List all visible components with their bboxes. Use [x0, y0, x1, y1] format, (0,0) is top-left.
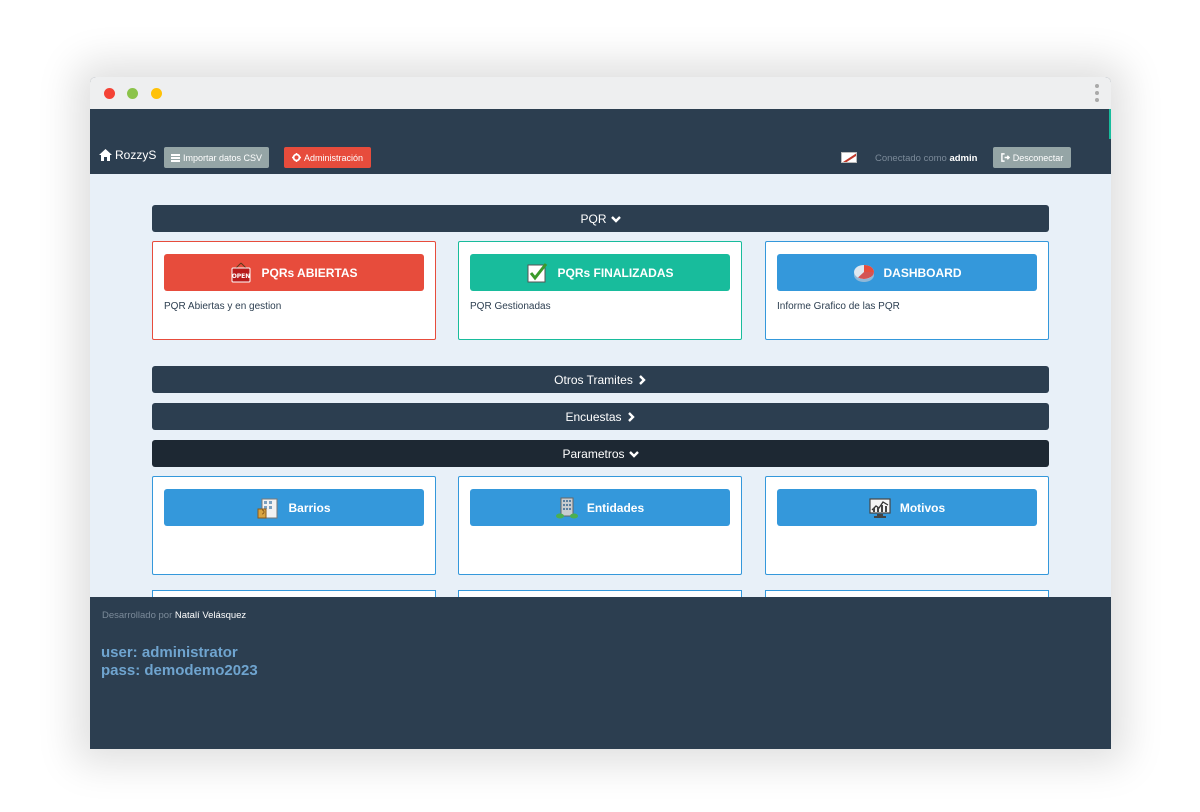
section-toggle-otros-tramites[interactable]: Otros Tramites [152, 366, 1049, 393]
minimize-window-button[interactable] [151, 88, 162, 99]
office-tower-icon [555, 497, 578, 518]
building-icon [257, 498, 278, 518]
kebab-menu-icon[interactable] [1095, 84, 1099, 102]
card-stub [765, 590, 1049, 597]
connected-user: admin [949, 153, 978, 164]
brand-link[interactable]: RozzyS [99, 148, 156, 162]
motivos-button[interactable]: Motivos [777, 489, 1037, 526]
flag-icon[interactable] [841, 152, 857, 163]
card-stub [152, 590, 436, 597]
admin-button[interactable]: Administración [284, 147, 371, 168]
card-barrios: Barrios [152, 476, 436, 575]
import-csv-button[interactable]: Importar datos CSV [164, 147, 269, 168]
card-pqr-finalizadas: PQRs FINALIZADAS PQR Gestionadas [458, 241, 742, 340]
demo-user: user: administrator [101, 644, 238, 661]
svg-text:OPEN: OPEN [232, 273, 251, 280]
card-motivos: Motivos [765, 476, 1049, 575]
chart-monitor-icon [869, 497, 891, 518]
chevron-right-icon [638, 374, 646, 385]
chevron-right-icon [627, 411, 635, 422]
chevron-down-icon [628, 450, 639, 458]
navbar: RozzyS Importar datos CSV Administración… [90, 109, 1111, 174]
list-icon [170, 153, 180, 162]
connected-status: Conectado como admin [875, 153, 978, 164]
footer: Desarrollado por Natalí Velásquez user: … [90, 597, 1111, 749]
open-sign-icon: OPEN [231, 262, 251, 282]
card-stub [458, 590, 742, 597]
main-content: PQR OPEN PQRs ABIERTAS PQR Abiertas y en… [90, 174, 1111, 597]
footer-credit: Desarrollado por Natalí Velásquez [102, 610, 247, 621]
pie-chart-icon [853, 264, 874, 282]
window-titlebar [90, 77, 1111, 109]
barrios-button[interactable]: Barrios [164, 489, 424, 526]
checkbox-icon [527, 262, 548, 282]
card-dashboard: DASHBOARD Informe Grafico de las PQR [765, 241, 1049, 340]
gear-icon [291, 153, 301, 162]
demo-pass: pass: demodemo2023 [101, 662, 258, 679]
logout-button[interactable]: Desconectar [993, 147, 1071, 168]
chevron-down-icon [610, 215, 621, 223]
close-window-button[interactable] [104, 88, 115, 99]
pqr-finalizadas-button[interactable]: PQRs FINALIZADAS [470, 254, 730, 291]
brand-name: RozzyS [115, 148, 157, 162]
developer-name: Natalí Velásquez [174, 610, 247, 621]
pqr-abiertas-button[interactable]: OPEN PQRs ABIERTAS [164, 254, 424, 291]
section-toggle-pqr[interactable]: PQR [152, 205, 1049, 232]
section-toggle-encuestas[interactable]: Encuestas [152, 403, 1049, 430]
home-icon [99, 149, 112, 161]
browser-window: RozzyS Importar datos CSV Administración… [90, 77, 1111, 749]
dashboard-button[interactable]: DASHBOARD [777, 254, 1037, 291]
maximize-window-button[interactable] [127, 88, 138, 99]
section-toggle-parametros[interactable]: Parametros [152, 440, 1049, 467]
demo-credentials: user: administrator pass: demodemo2023 [101, 644, 258, 680]
card-entidades: Entidades [458, 476, 742, 575]
entidades-button[interactable]: Entidades [470, 489, 730, 526]
card-pqr-abiertas: OPEN PQRs ABIERTAS PQR Abiertas y en ges… [152, 241, 436, 340]
sign-out-icon [1000, 153, 1010, 162]
